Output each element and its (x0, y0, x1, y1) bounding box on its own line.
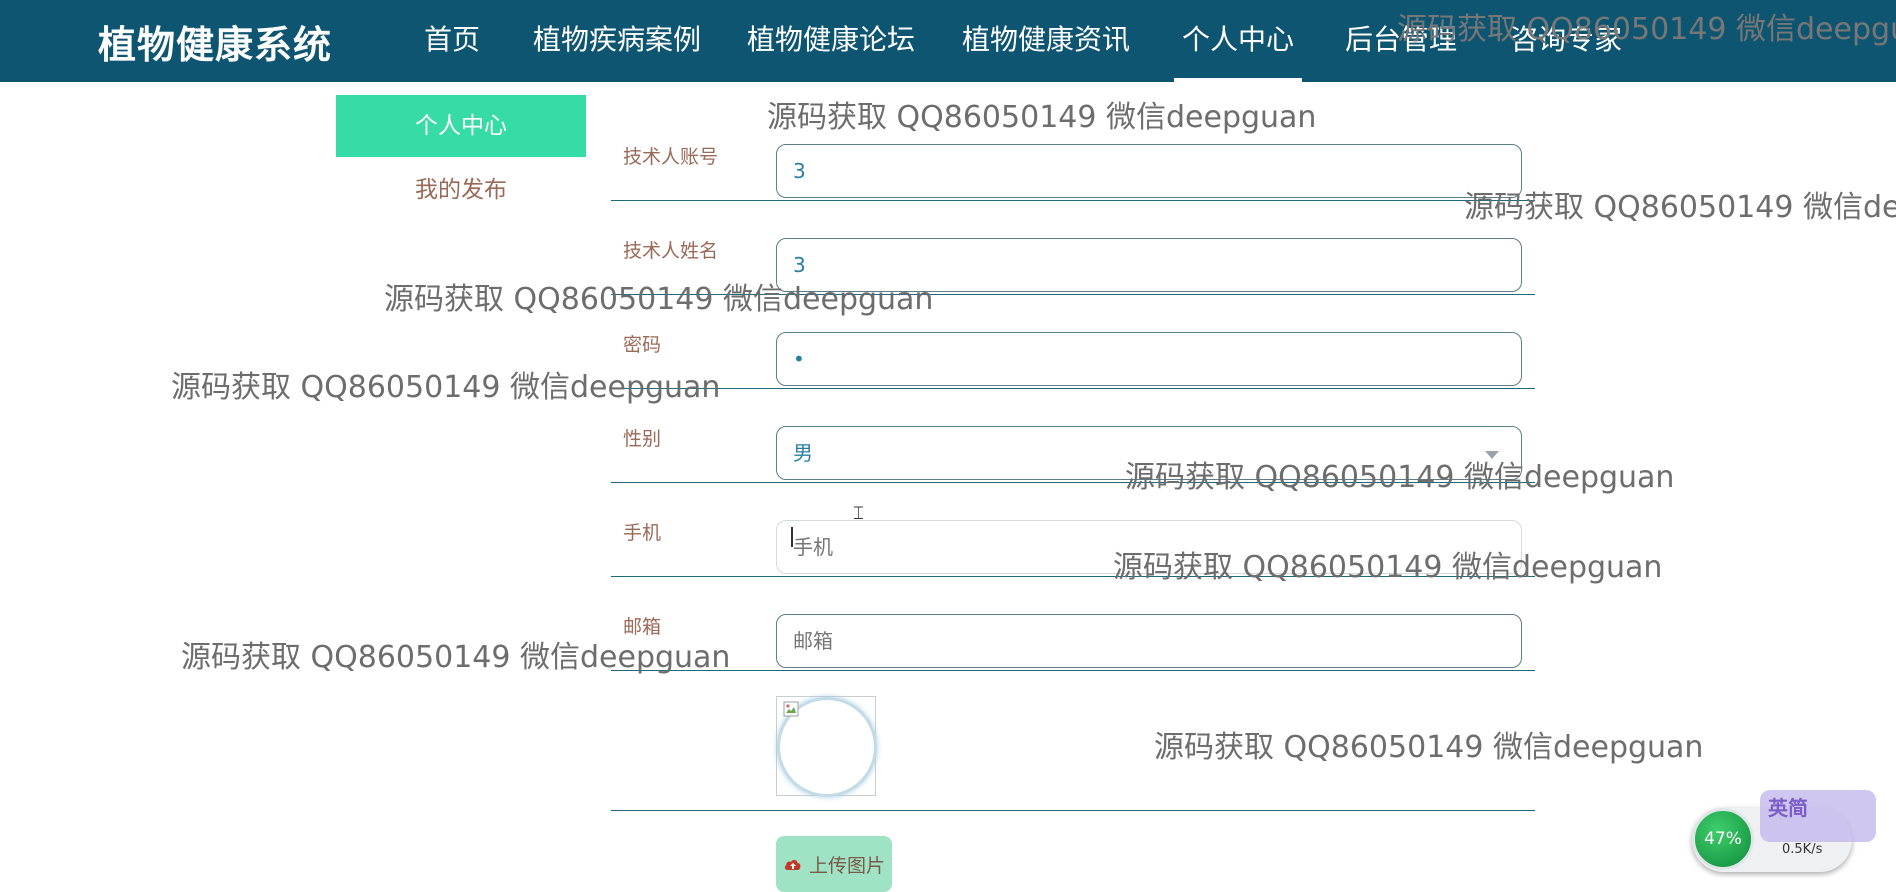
watermark-text: 源码获取 QQ86050149 微信deepguan (1397, 12, 1896, 47)
upload-image-button[interactable]: 上传图片 (776, 836, 892, 892)
watermark-text: 源码获取 QQ86050149 微信deepguan (1113, 550, 1663, 585)
speed-percent: 47% (1692, 808, 1754, 870)
nav-item-disease-cases[interactable]: 植物疾病案例 (533, 18, 701, 58)
site-title: 植物健康系统 (98, 23, 333, 67)
watermark-text: 源码获取 QQ86050149 微信deepguan (767, 100, 1317, 135)
ime-indicator[interactable]: 英简 (1760, 790, 1876, 842)
email-input[interactable] (776, 614, 1522, 668)
ime-label: 英简 (1768, 796, 1808, 820)
cloud-upload-icon (784, 859, 801, 870)
nav-item-news[interactable]: 植物健康资讯 (962, 18, 1130, 58)
sidebar-item-personal-center[interactable]: 个人中心 (336, 95, 586, 157)
watermark-text: 源码获取 QQ86050149 微信deepguan (171, 370, 721, 405)
nav-item-home[interactable]: 首页 (424, 18, 480, 58)
avatar-preview[interactable] (776, 696, 877, 797)
nav-item-personal-center[interactable]: 个人中心 (1173, 18, 1303, 82)
watermark-text: 源码获取 QQ86050149 微信deepguan (1464, 190, 1896, 225)
form-row-email: 邮箱 (611, 576, 1535, 671)
name-label: 技术人姓名 (623, 240, 719, 262)
broken-image-icon (783, 701, 799, 717)
account-input[interactable] (776, 144, 1522, 198)
account-label: 技术人账号 (623, 146, 719, 168)
watermark-text: 源码获取 QQ86050149 微信deepguan (1125, 460, 1675, 495)
ibeam-cursor-icon: ⌶ (853, 503, 864, 524)
password-input[interactable] (776, 332, 1522, 386)
watermark-text: 源码获取 QQ86050149 微信deepguan (384, 282, 934, 317)
speed-value: 0.5K/s (1782, 842, 1823, 857)
sidebar-item-my-posts[interactable]: 我的发布 (336, 170, 586, 204)
password-label: 密码 (623, 334, 662, 356)
nav-item-forum[interactable]: 植物健康论坛 (747, 18, 915, 58)
watermark-text: 源码获取 QQ86050149 微信deepguan (1154, 730, 1704, 765)
gender-selected-value: 男 (793, 441, 813, 465)
text-caret (791, 527, 793, 547)
watermark-text: 源码获取 QQ86050149 微信deepguan (181, 640, 731, 675)
upload-button-label: 上传图片 (808, 854, 885, 877)
gender-label: 性别 (623, 428, 662, 450)
phone-label: 手机 (623, 522, 662, 544)
